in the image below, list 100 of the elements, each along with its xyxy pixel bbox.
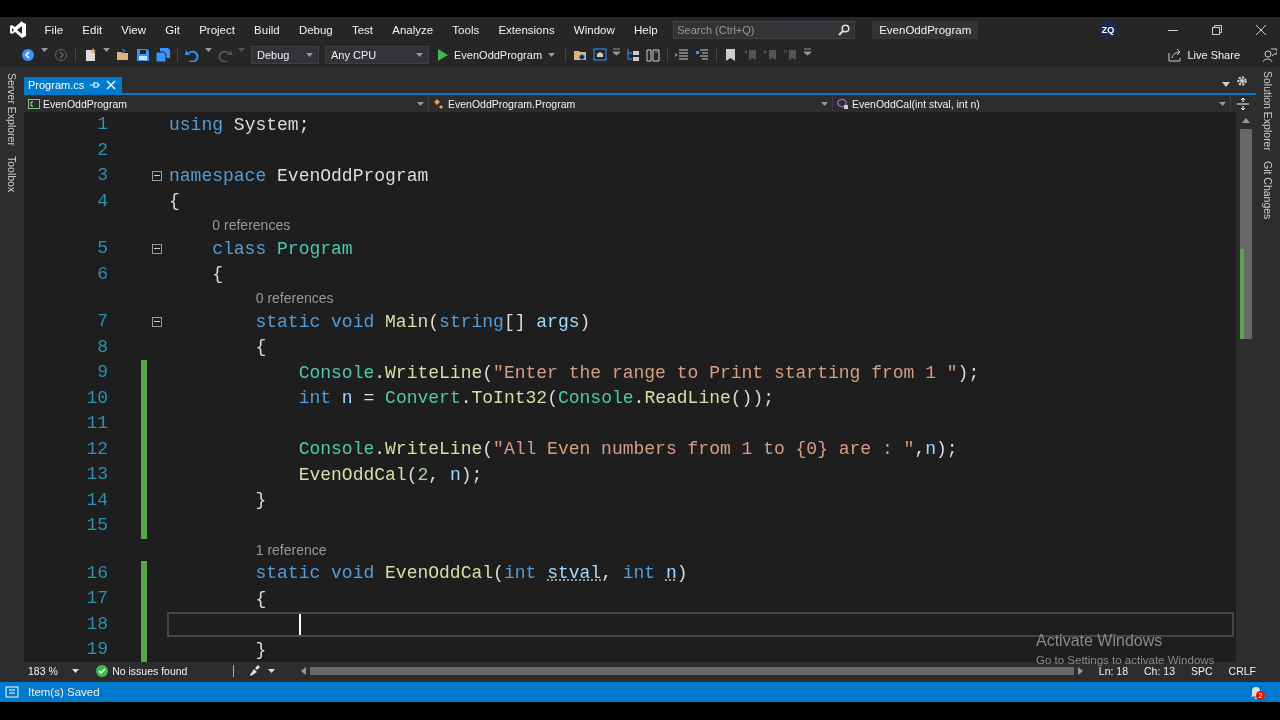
home-window-icon[interactable] [593,48,608,62]
identifier: n [665,563,677,584]
document-tab[interactable]: Program.cs [24,77,123,93]
code-text: ( [482,439,494,460]
whitespace-indicator[interactable]: SPC [1190,665,1213,677]
dropdown-caret-icon [548,53,556,57]
menu-item[interactable]: Window [564,24,625,36]
menu-item[interactable]: View [111,24,156,36]
scrollbar-thumb[interactable] [1240,129,1252,339]
line-number: 16 [85,561,108,585]
navigation-dropdown[interactable]: EvenOddCal(int stval, int n) [833,96,1231,111]
save-icon[interactable] [136,48,150,62]
scroll-up-icon[interactable] [1242,118,1250,123]
code-lens[interactable]: 1 reference [255,541,327,558]
issues-indicator[interactable]: No issues found [96,665,228,677]
scroll-right-icon[interactable] [1077,667,1083,675]
identifier: n [925,439,936,460]
side-panel-tab[interactable]: Solution Explorer [1262,71,1274,151]
method-name: EvenOddCal [298,464,407,485]
string-literal: "All Even numbers from 1 to {0} are : " [493,439,915,460]
close-icon[interactable] [1256,25,1266,35]
split-icon[interactable] [1237,97,1249,110]
line-number: 10 [85,386,108,410]
menu-item[interactable]: Debug [289,24,343,36]
live-share-button[interactable]: Live Share [1168,48,1240,62]
feedback-icon[interactable] [1263,48,1277,62]
method-icon [837,97,849,110]
keyword: string [439,311,504,332]
indent-icon[interactable] [695,48,710,62]
zoom-dropdown[interactable]: 183 % [24,665,91,677]
dropdown-caret-icon [821,101,828,106]
line-number: 19 [85,638,108,661]
line-number: 13 [85,463,108,486]
dropdown-caret-icon[interactable] [268,669,276,673]
code-text: ) [579,311,591,332]
menu-item[interactable]: Tools [442,24,489,36]
brush-icon[interactable] [248,665,263,677]
method-name: WriteLine [385,439,483,460]
dropdown-caret-icon[interactable] [1222,82,1230,87]
pin-icon[interactable] [90,80,101,90]
cs-project-icon [28,97,40,110]
column-indicator[interactable]: Ch: 13 [1144,665,1175,677]
navigation-dropdown[interactable]: EvenOddProgram [24,96,429,111]
menu-item[interactable]: Help [624,24,668,36]
menu-item[interactable]: Analyze [382,24,443,36]
find-folder-icon[interactable] [573,48,588,62]
keyword: int [622,563,656,584]
code-text: . [633,388,645,409]
configuration-dropdown[interactable]: Debug [251,46,319,64]
check-icon [96,665,109,677]
code-lens[interactable]: 0 references [212,217,291,233]
line-number: 9 [96,361,108,384]
open-folder-icon[interactable] [116,48,130,62]
outdent-icon[interactable] [675,48,690,62]
menu-item[interactable]: Edit [72,24,112,36]
code-text: EvenOddProgram [277,165,429,186]
menu-item[interactable]: Build [244,24,290,36]
start-button[interactable]: EvenOddProgram [438,49,556,61]
back-icon[interactable] [21,48,35,62]
menu-item[interactable]: File [35,24,73,36]
share-icon [1168,48,1183,62]
code-text: . [374,362,386,383]
vs-logo-icon[interactable] [9,21,27,39]
collapse-icon[interactable] [152,316,162,327]
keyword: class [212,238,267,259]
code-text: ()); [730,388,775,409]
line-ending-indicator[interactable]: CRLF [1228,665,1256,677]
settings-icon[interactable] [1236,75,1248,87]
new-item-icon[interactable] [83,48,97,62]
menu-item[interactable]: Extensions [488,24,565,36]
side-panel-tab[interactable]: Toolbox [6,155,18,193]
tree-icon[interactable] [626,48,641,62]
output-window-icon[interactable] [5,686,19,698]
menu-item[interactable]: Project [189,24,245,36]
collapse-icon[interactable] [152,243,162,254]
identifier: n [449,464,461,485]
platform-dropdown[interactable]: Any CPU [325,46,429,64]
keyword: using [169,114,223,135]
side-panel-tab[interactable]: Git Changes [1262,160,1274,220]
class-icon [433,97,445,110]
collapse-icon[interactable] [152,170,162,181]
undo-icon[interactable] [185,48,199,62]
code-lens[interactable]: 0 references [255,290,334,306]
scroll-left-icon[interactable] [301,667,307,675]
user-avatar[interactable]: ZQ [1099,21,1117,39]
line-number: 7 [96,310,108,333]
line-number: 15 [85,514,108,537]
line-indicator[interactable]: Ln: 18 [1098,665,1129,677]
side-panel-tab[interactable]: Server Explorer [6,73,18,146]
columns-icon[interactable] [646,48,661,62]
menu-item[interactable]: Git [155,24,190,36]
play-icon [438,49,448,61]
search-field[interactable]: Search (Ctrl+Q) [673,21,856,39]
restore-icon[interactable] [1212,25,1222,35]
menu-item[interactable]: Test [342,24,383,36]
forward-icon[interactable] [54,48,68,62]
code-text: System; [233,114,310,135]
code-text: ( [406,464,418,485]
save-all-icon[interactable] [156,48,170,62]
navigation-dropdown[interactable]: EvenOddProgram.Program [429,96,833,111]
